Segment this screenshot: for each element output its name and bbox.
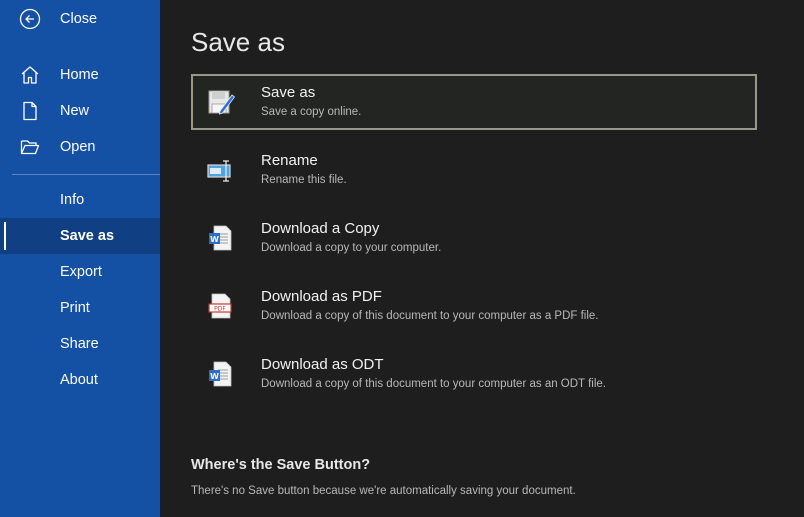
option-description: Rename this file. [261,174,347,186]
option-description: Download a copy to your computer. [261,242,442,254]
save-button-explanation: There's no Save button because we're aut… [191,485,576,497]
sidebar-item-label: Open [60,139,96,155]
sidebar-item-label: About [60,372,98,388]
new-file-icon [19,100,41,122]
svg-text:W: W [210,235,219,244]
sidebar-item-label: Print [60,300,90,316]
rename-icon [206,155,236,185]
download-copy-option[interactable]: W Download a Copy Download a copy to you… [191,210,757,266]
option-title: Save as [261,84,316,101]
home-icon [19,64,41,86]
close-button[interactable]: Close [0,1,160,37]
sidebar-item-info[interactable]: Info [0,182,160,218]
sidebar-item-label: Export [60,264,102,280]
sidebar-item-label: New [60,103,90,119]
download-pdf-option[interactable]: PDF Download as PDF Download a copy of t… [191,278,757,334]
sidebar-item-open[interactable]: Open [0,129,160,165]
pdf-icon: PDF [206,291,236,321]
sidebar-item-about[interactable]: About [0,362,160,398]
rename-option[interactable]: Rename Rename this file. [191,142,757,198]
page-title: Save as [191,27,285,57]
save-button-heading: Where's the Save Button? [191,457,371,473]
sidebar-item-save-as[interactable]: Save as [0,218,160,254]
sidebar-item-export[interactable]: Export [0,254,160,290]
option-title: Download as PDF [261,288,382,305]
option-description: Download a copy of this document to your… [261,310,599,322]
sidebar-item-share[interactable]: Share [0,326,160,362]
svg-text:W: W [210,372,219,381]
sidebar-item-new[interactable]: New [0,93,160,129]
sidebar-item-home[interactable]: Home [0,57,160,93]
folder-open-icon [19,136,41,158]
sidebar-divider [12,174,160,175]
option-title: Rename [261,152,318,169]
sidebar-item-print[interactable]: Print [0,290,160,326]
save-as-icon [206,87,236,117]
sidebar-item-label: Save as [60,228,115,244]
sidebar-item-label: Home [60,67,99,83]
close-label: Close [60,11,98,27]
word-document-icon: W [206,223,236,253]
option-description: Save a copy online. [261,106,362,118]
option-title: Download a Copy [261,220,380,237]
backstage-sidebar: Close Home New Open Info Save as Export … [0,0,160,517]
download-odt-option[interactable]: W Download as ODT Download a copy of thi… [191,346,757,402]
save-as-option[interactable]: Save as Save a copy online. [191,74,757,130]
back-arrow-icon [19,8,41,30]
sidebar-item-label: Info [60,192,85,208]
option-title: Download as ODT [261,356,384,373]
svg-text:PDF: PDF [214,306,226,313]
odt-document-icon: W [206,359,236,389]
sidebar-item-label: Share [60,336,99,352]
option-description: Download a copy of this document to your… [261,378,606,390]
